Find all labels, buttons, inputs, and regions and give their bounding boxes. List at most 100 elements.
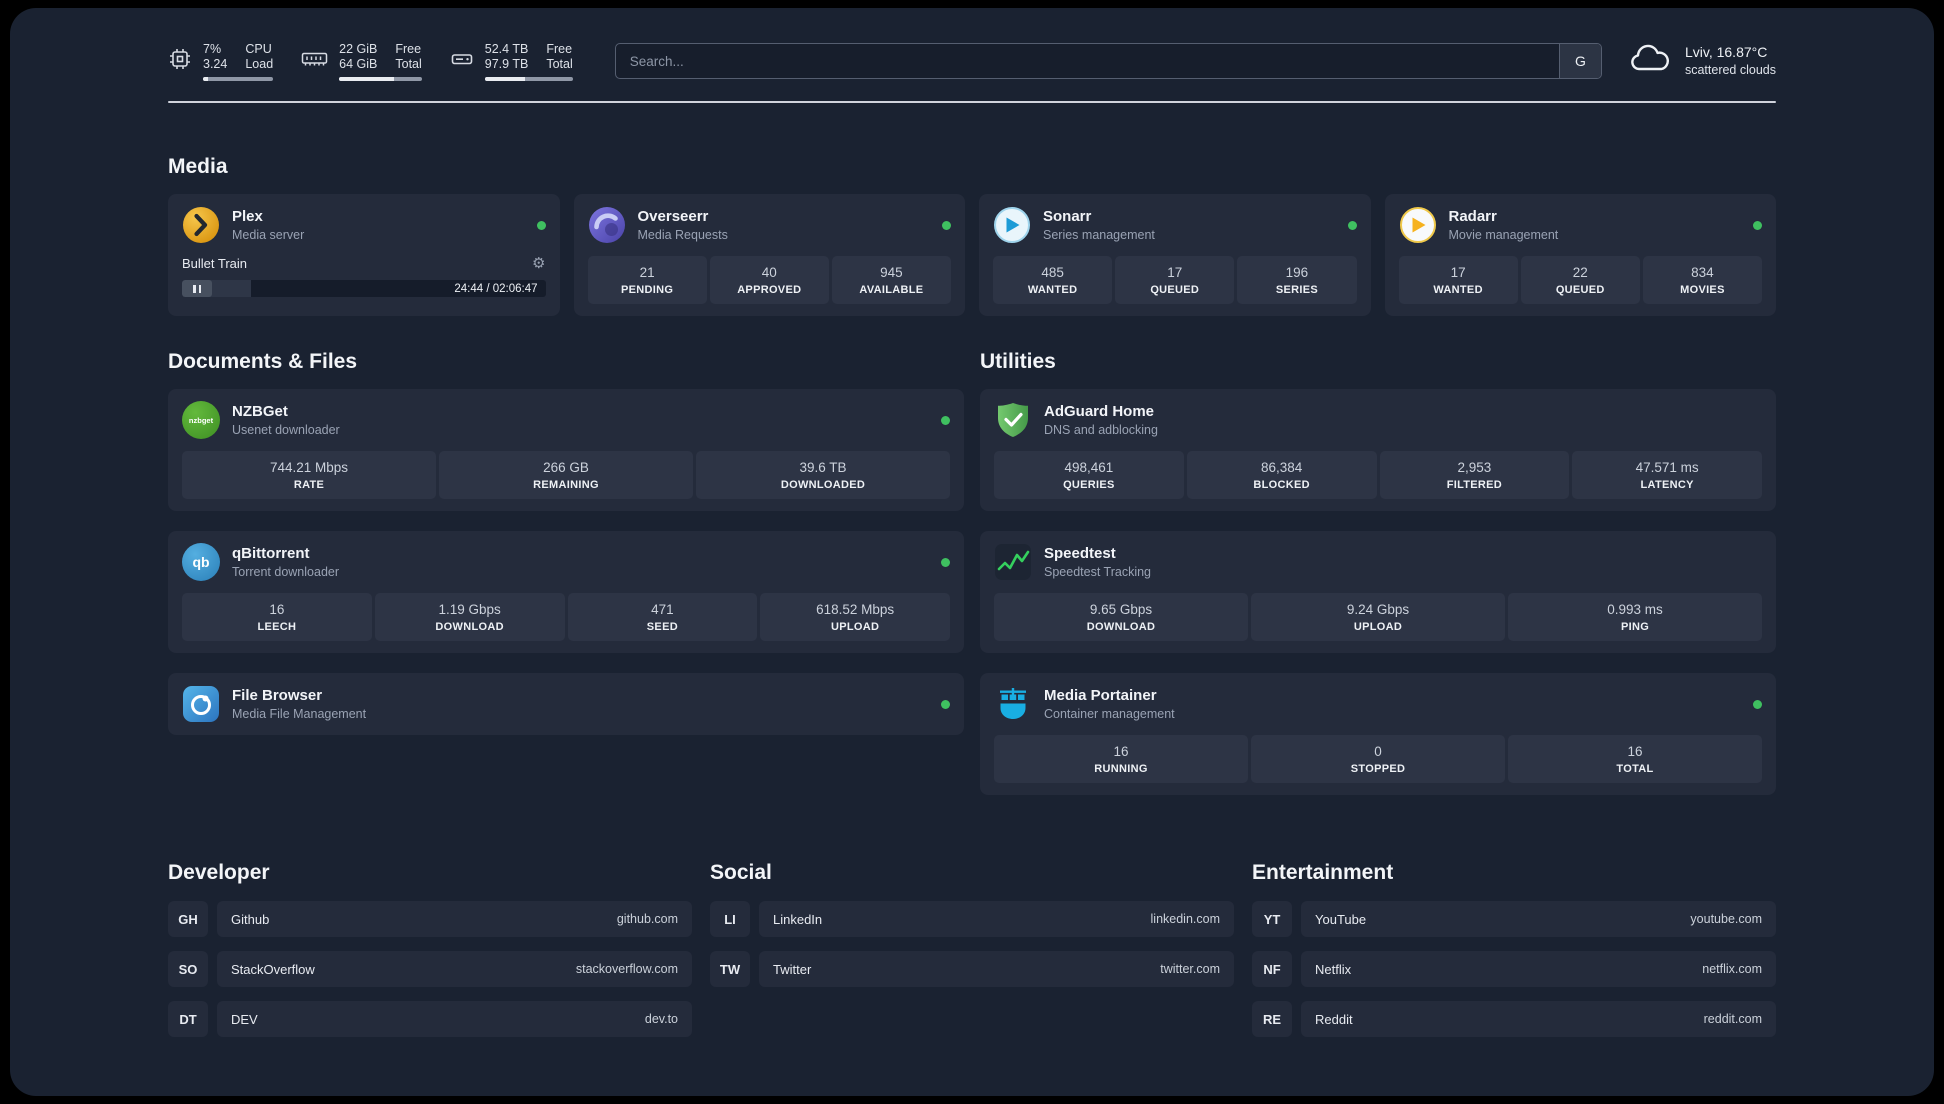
bookmark-twitter[interactable]: Twitter twitter.com bbox=[759, 951, 1234, 987]
bookmark-url: twitter.com bbox=[1160, 962, 1220, 976]
app-desc: DNS and adblocking bbox=[1044, 423, 1158, 437]
bookmark-url: stackoverflow.com bbox=[575, 962, 678, 976]
stat-value: 266 GB bbox=[543, 460, 589, 475]
app-card-qbittorrent[interactable]: qb qBittorrent Torrent downloader 16 LEE… bbox=[168, 531, 964, 653]
stat-label: SERIES bbox=[1275, 284, 1318, 296]
ram-free: 22 GiB bbox=[339, 41, 378, 56]
bookmark-row: NF Netflix netflix.com bbox=[1252, 951, 1776, 987]
disk-label-2: Total bbox=[546, 56, 573, 71]
section-title-utilities: Utilities bbox=[980, 350, 1056, 373]
bookmark-github[interactable]: Github github.com bbox=[217, 901, 692, 937]
stat-label: LATENCY bbox=[1640, 479, 1694, 491]
app-card-speedtest[interactable]: Speedtest Speedtest Tracking 9.65 Gbps D… bbox=[980, 531, 1776, 653]
stat-value: 16 bbox=[269, 602, 285, 617]
twitter-icon[interactable]: TW bbox=[710, 951, 750, 987]
cpu-loadavg: 3.24 bbox=[203, 56, 228, 71]
status-dot bbox=[1347, 220, 1357, 230]
stat-label: DOWNLOAD bbox=[1086, 621, 1156, 633]
netflix-icon[interactable]: NF bbox=[1252, 951, 1292, 987]
playback-progress-bar: 24:44 / 02:06:47 bbox=[182, 280, 546, 297]
stat-value: 9.24 Gbps bbox=[1346, 602, 1410, 617]
bookmark-reddit[interactable]: Reddit reddit.com bbox=[1301, 1001, 1776, 1037]
gear-icon[interactable]: ⚙ bbox=[532, 256, 545, 271]
stat-label: QUERIES bbox=[1063, 479, 1115, 491]
bookmark-linkedin[interactable]: LinkedIn linkedin.com bbox=[759, 901, 1234, 937]
cloud-icon bbox=[1628, 43, 1672, 80]
stat-value: 618.52 Mbps bbox=[816, 602, 895, 617]
app-card-overseerr[interactable]: Overseerr Media Requests 21 PENDING 40 A… bbox=[573, 194, 965, 316]
adguard-icon bbox=[994, 401, 1032, 439]
reddit-icon[interactable]: RE bbox=[1252, 1001, 1292, 1037]
stat-label: APPROVED bbox=[737, 284, 802, 296]
bookmark-youtube[interactable]: YouTube youtube.com bbox=[1301, 901, 1776, 937]
section-title-media: Media bbox=[168, 155, 228, 178]
app-desc: Usenet downloader bbox=[232, 423, 340, 437]
section-title-social: Social bbox=[710, 861, 772, 884]
stat-value: 17 bbox=[1450, 265, 1466, 280]
stat-tile: 1.19 Gbps DOWNLOAD bbox=[374, 593, 565, 641]
stat-value: 471 bbox=[651, 602, 674, 617]
utilities-column: Utilities AdGuard Home DNS and adblockin… bbox=[980, 350, 1776, 815]
app-card-portainer[interactable]: Media Portainer Container management 16 … bbox=[980, 673, 1776, 795]
bookmark-row: TW Twitter twitter.com bbox=[710, 951, 1234, 987]
app-card-adguard[interactable]: AdGuard Home DNS and adblocking 498,461 … bbox=[980, 389, 1776, 511]
youtube-icon[interactable]: YT bbox=[1252, 901, 1292, 937]
app-desc: Media File Management bbox=[232, 707, 367, 721]
stackoverflow-icon[interactable]: SO bbox=[168, 951, 208, 987]
pause-button[interactable] bbox=[182, 280, 212, 297]
nzbget-icon: nzbget bbox=[182, 401, 220, 439]
stat-label: DOWNLOADED bbox=[780, 479, 866, 491]
stat-value: 47.571 ms bbox=[1635, 460, 1699, 475]
stat-tile: 196 SERIES bbox=[1237, 256, 1357, 304]
cpu-monitor: 7% 3.24 CPU Load bbox=[168, 42, 274, 81]
cpu-label-2: Load bbox=[245, 56, 274, 71]
playback-time: 24:44 / 02:06:47 bbox=[454, 282, 538, 295]
github-icon[interactable]: GH bbox=[168, 901, 208, 937]
stat-tile: 22 QUEUED bbox=[1520, 256, 1640, 304]
ram-icon bbox=[301, 48, 328, 75]
stat-tile: 40 APPROVED bbox=[709, 256, 829, 304]
app-card-filebrowser[interactable]: File Browser Media File Management bbox=[168, 673, 964, 735]
stat-tile: 0 STOPPED bbox=[1251, 735, 1505, 783]
app-card-plex[interactable]: Plex Media server Bullet Train ⚙ 24:44 /… bbox=[168, 194, 560, 316]
search-engine-button[interactable]: G bbox=[1558, 44, 1601, 78]
app-desc: Series management bbox=[1043, 228, 1155, 242]
search-input[interactable] bbox=[614, 43, 1602, 79]
bookmark-row: DT DEV dev.to bbox=[168, 1001, 692, 1037]
dev-icon[interactable]: DT bbox=[168, 1001, 208, 1037]
stat-value: 0.993 ms bbox=[1607, 602, 1663, 617]
entertainment-bookmarks: Entertainment YT YouTube youtube.com NF … bbox=[1252, 861, 1776, 1051]
weather-condition: scattered clouds bbox=[1684, 63, 1776, 77]
stat-label: FILTERED bbox=[1446, 479, 1503, 491]
bookmark-stackoverflow[interactable]: StackOverflow stackoverflow.com bbox=[217, 951, 692, 987]
bookmark-name: Netflix bbox=[1315, 961, 1352, 977]
section-title-documents: Documents & Files bbox=[168, 350, 358, 373]
stat-tile: 945 AVAILABLE bbox=[831, 256, 952, 304]
portainer-icon bbox=[994, 685, 1032, 723]
app-desc: Movie management bbox=[1448, 228, 1559, 242]
social-bookmarks: Social LI LinkedIn linkedin.com TW Twitt… bbox=[710, 861, 1234, 1051]
bookmark-name: Twitter bbox=[773, 961, 812, 977]
stat-tile: 834 MOVIES bbox=[1642, 256, 1763, 304]
bookmark-dev[interactable]: DEV dev.to bbox=[217, 1001, 692, 1037]
bookmark-netflix[interactable]: Netflix netflix.com bbox=[1301, 951, 1776, 987]
section-title-developer: Developer bbox=[168, 861, 270, 884]
bookmark-row: YT YouTube youtube.com bbox=[1252, 901, 1776, 937]
status-dot bbox=[1753, 699, 1762, 709]
bookmark-name: Github bbox=[231, 911, 270, 927]
stat-tile: 16 RUNNING bbox=[994, 735, 1248, 783]
app-card-sonarr[interactable]: Sonarr Series management 485 WANTED 17 Q… bbox=[979, 194, 1371, 316]
app-card-radarr[interactable]: Radarr Movie management 17 WANTED 22 QUE… bbox=[1384, 194, 1776, 316]
app-card-nzbget[interactable]: nzbget NZBGet Usenet downloader 744.21 M… bbox=[168, 389, 964, 511]
stat-label: DOWNLOAD bbox=[435, 621, 504, 633]
linkedin-icon[interactable]: LI bbox=[710, 901, 750, 937]
stat-tile: 498,461 QUERIES bbox=[994, 451, 1184, 499]
disk-label: Free bbox=[546, 41, 573, 56]
bookmark-url: dev.to bbox=[644, 1012, 678, 1026]
screenshot-frame: 7% 3.24 CPU Load 22 GiB 64 GiB Free Tota… bbox=[0, 0, 1944, 1104]
bookmark-url: github.com bbox=[616, 912, 678, 926]
weather-widget: Lviv, 16.87°C scattered clouds bbox=[1628, 43, 1776, 80]
stat-tile: 21 PENDING bbox=[587, 256, 707, 304]
stat-label: SEED bbox=[646, 621, 678, 633]
status-dot bbox=[941, 415, 950, 425]
